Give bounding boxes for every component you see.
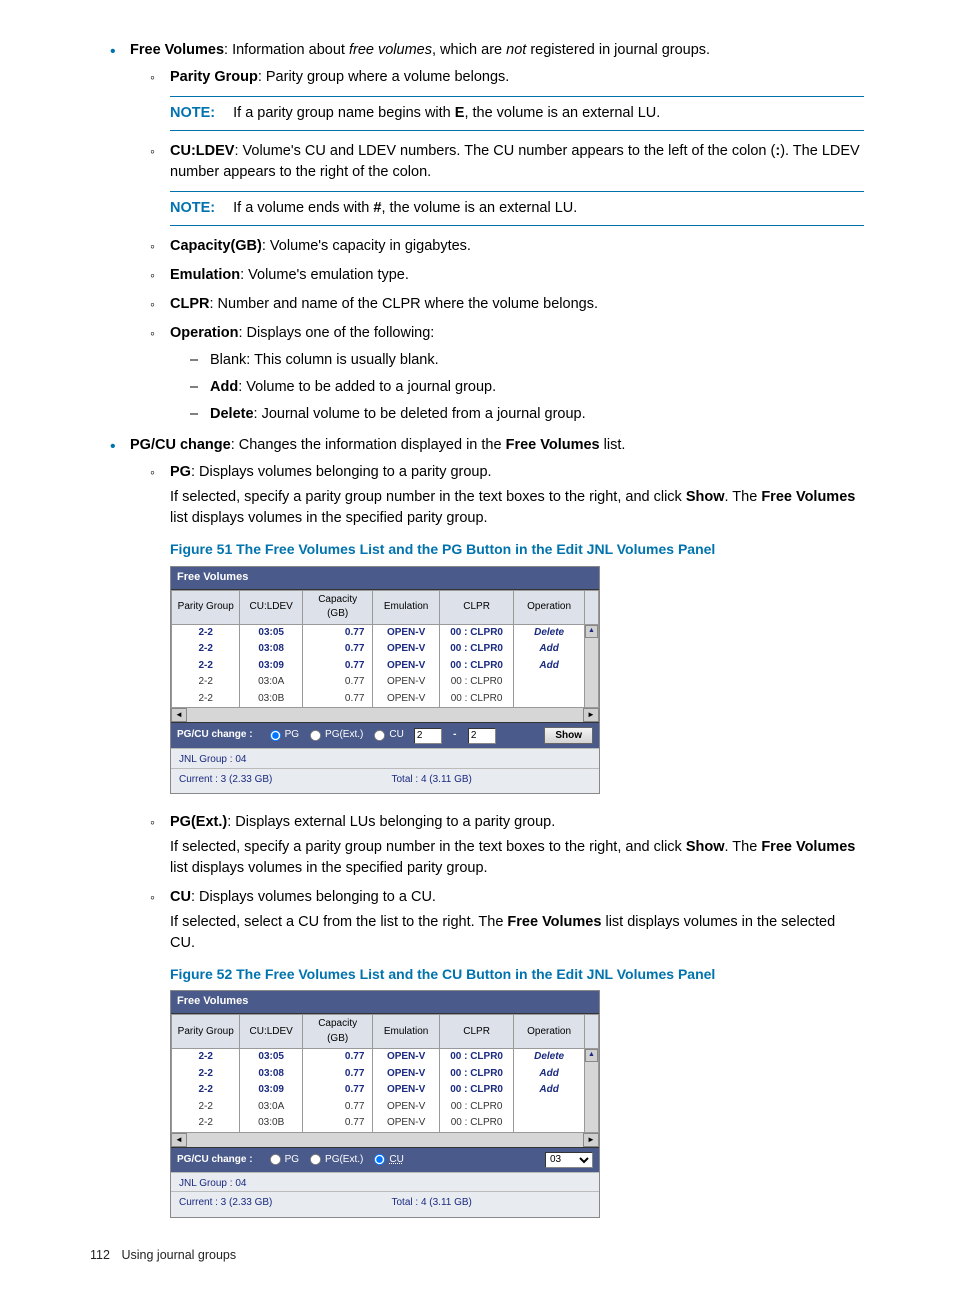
table-row[interactable]: 2-203:090.77OPEN-V00 : CLPR0Add [172, 658, 599, 675]
figure-52-panel: Free Volumes Parity Group CU:LDEV Capaci… [170, 990, 600, 1217]
table-row[interactable]: 2-203:080.77OPEN-V00 : CLPR0Add [172, 641, 599, 658]
page-number: 112 [90, 1248, 118, 1262]
culdev-item: CU:LDEV: Volume's CU and LDEV numbers. T… [170, 141, 864, 226]
scroll-left-button[interactable]: ◄ [171, 1133, 187, 1147]
table-header-row: Parity Group CU:LDEV Capacity (GB) Emula… [172, 590, 599, 624]
op-add: Add: Volume to be added to a journal gro… [210, 377, 864, 398]
clpr-item: CLPR: Number and name of the CLPR where … [170, 294, 864, 315]
page-footer: 112 Using journal groups [90, 1248, 864, 1262]
radio-pgext[interactable]: PG(Ext.) [309, 728, 363, 743]
show-button[interactable]: Show [544, 727, 593, 744]
panel-title: Free Volumes [171, 567, 599, 590]
pg-input-2[interactable] [468, 728, 496, 744]
capacity-item: Capacity(GB): Volume's capacity in gigab… [170, 236, 864, 257]
jnl-group-label: JNL Group : 04 [171, 1172, 599, 1192]
table-row[interactable]: 2-203:090.77OPEN-V00 : CLPR0Add [172, 1082, 599, 1099]
figure-51-panel: Free Volumes Parity Group CU:LDEV Capaci… [170, 566, 600, 794]
table-row[interactable]: 2-203:0B0.77OPEN-V00 : CLPR0 [172, 1115, 599, 1132]
fv-label: Free Volumes [130, 42, 224, 58]
scroll-left-button[interactable]: ◄ [171, 708, 187, 722]
table-row[interactable]: 2-203:0A0.77OPEN-V00 : CLPR0 [172, 674, 599, 691]
free-volumes-table: Parity Group CU:LDEV Capacity (GB) Emula… [171, 590, 599, 708]
jnl-group-label: JNL Group : 04 [171, 748, 599, 768]
pgcu-change-item: PG/CU change: Changes the information di… [130, 435, 864, 1218]
note-2: NOTE:If a volume ends with #, the volume… [170, 191, 864, 226]
table-row[interactable]: 2-203:0A0.77OPEN-V00 : CLPR0 [172, 1099, 599, 1116]
table-row[interactable]: 2-203:0B0.77OPEN-V00 : CLPR0 [172, 691, 599, 708]
table-row[interactable]: 2-203:050.77OPEN-V00 : CLPR0Delete▲ [172, 624, 599, 641]
pgext-item: PG(Ext.): Displays external LUs belongin… [170, 812, 864, 879]
radio-pg[interactable]: PG [269, 1153, 299, 1168]
radio-pgext[interactable]: PG(Ext.) [309, 1153, 363, 1168]
op-delete: Delete: Journal volume to be deleted fro… [210, 404, 864, 425]
cu-item: CU: Displays volumes belonging to a CU. … [170, 887, 864, 1218]
figure-52-caption: Figure 52 The Free Volumes List and the … [170, 964, 864, 984]
pg-input-1[interactable] [414, 728, 442, 744]
horizontal-scrollbar[interactable]: ◄► [171, 707, 599, 722]
emulation-item: Emulation: Volume's emulation type. [170, 265, 864, 286]
status-row: Current : 3 (2.33 GB) Total : 4 (3.11 GB… [171, 1191, 599, 1217]
pgcu-change-row: PG/CU change : PG PG(Ext.) CU - Show [171, 722, 599, 748]
cu-select[interactable]: 03 [545, 1152, 593, 1168]
panel-title: Free Volumes [171, 991, 599, 1014]
scroll-right-button[interactable]: ► [583, 708, 599, 722]
table-row[interactable]: 2-203:050.77OPEN-V00 : CLPR0Delete▲ [172, 1049, 599, 1066]
radio-pg[interactable]: PG [269, 728, 299, 743]
op-blank: Blank: This column is usually blank. [210, 350, 864, 371]
free-volumes-table: Parity Group CU:LDEV Capacity (GB) Emula… [171, 1014, 599, 1132]
free-volumes-item: Free Volumes: Information about free vol… [130, 40, 864, 425]
table-row[interactable]: 2-203:080.77OPEN-V00 : CLPR0Add [172, 1066, 599, 1083]
pg-item: PG: Displays volumes belonging to a pari… [170, 462, 864, 794]
status-row: Current : 3 (2.33 GB) Total : 4 (3.11 GB… [171, 768, 599, 794]
horizontal-scrollbar[interactable]: ◄► [171, 1132, 599, 1147]
scroll-right-button[interactable]: ► [583, 1133, 599, 1147]
scroll-up-button[interactable]: ▲ [585, 625, 598, 638]
pgcu-change-row: PG/CU change : PG PG(Ext.) CU 03 [171, 1147, 599, 1172]
parity-group-item: Parity Group: Parity group where a volum… [170, 67, 864, 131]
radio-cu[interactable]: CU [373, 728, 403, 743]
table-header-row: Parity Group CU:LDEV Capacity (GB) Emula… [172, 1015, 599, 1049]
radio-cu[interactable]: CU [373, 1153, 403, 1168]
scroll-up-button[interactable]: ▲ [585, 1049, 598, 1062]
operation-item: Operation: Displays one of the following… [170, 323, 864, 425]
note-1: NOTE:If a parity group name begins with … [170, 96, 864, 131]
figure-51-caption: Figure 51 The Free Volumes List and the … [170, 539, 864, 559]
footer-text: Using journal groups [121, 1248, 236, 1262]
top-bullets: Free Volumes: Information about free vol… [90, 40, 864, 1218]
